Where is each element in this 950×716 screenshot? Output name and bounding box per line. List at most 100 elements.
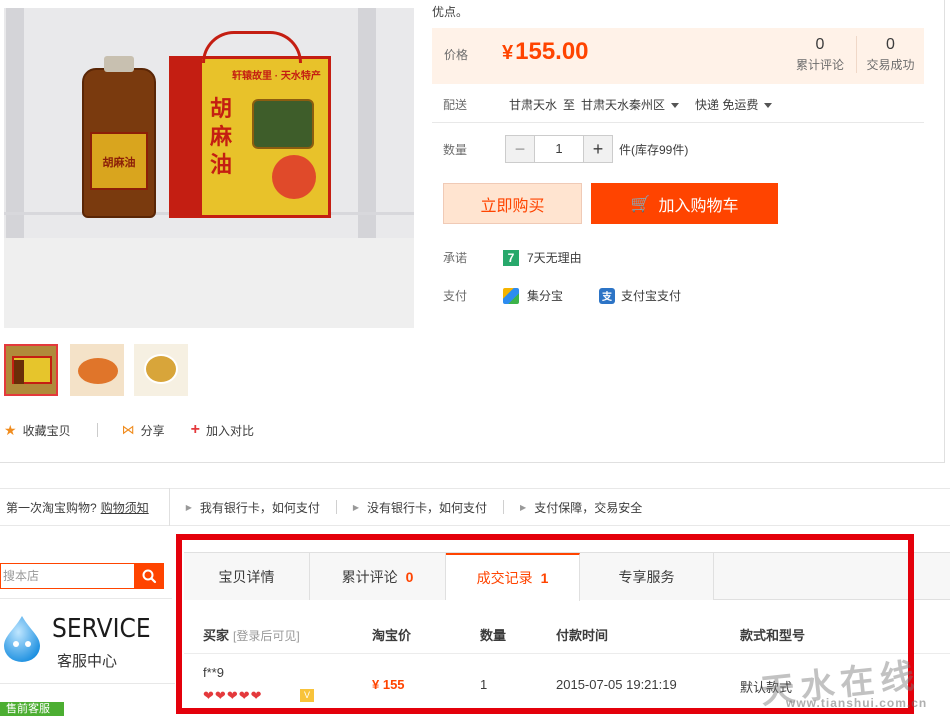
quantity-label: 数量 xyxy=(443,142,468,157)
buy-now-button[interactable]: 立即购买 xyxy=(443,183,582,224)
col-header-qty: 数量 xyxy=(480,628,507,643)
divider xyxy=(0,598,172,599)
quantity-increase-button[interactable]: + xyxy=(584,136,612,162)
ship-destination-select[interactable]: 甘肃天水秦州区 xyxy=(581,96,680,113)
alipay-icon: 支 xyxy=(599,287,616,304)
shopping-guide-link[interactable]: 购物须知 xyxy=(101,499,149,516)
bottle-label: 胡麻油 xyxy=(90,132,148,190)
review-count: 0 xyxy=(815,36,825,53)
price-panel: 价格 ¥155.00 0 累计评论 0 交易成功 xyxy=(432,28,924,84)
chevron-down-icon xyxy=(764,103,773,109)
oil-bottle: 胡麻油 xyxy=(82,56,156,218)
jifenbao-icon xyxy=(503,287,519,304)
gift-box-title: 胡麻油 xyxy=(210,96,233,178)
bottle-cap xyxy=(104,56,134,72)
service-title: SERVICE xyxy=(52,614,151,644)
notice-bank-card-text: 我有银行卡，如何支付 xyxy=(199,500,320,515)
divider xyxy=(432,122,924,123)
shipping-row: 配送 甘肃天水 至 甘肃天水秦州区 快递 免运费 xyxy=(443,96,773,113)
add-to-cart-label: 加入购物车 xyxy=(658,197,739,215)
gift-box-handle xyxy=(202,31,302,63)
caret-right-icon: ▶ xyxy=(520,502,527,512)
description-tail: 优点。 xyxy=(432,5,469,19)
bottle-label-text: 胡麻油 xyxy=(102,156,136,169)
shelf-post xyxy=(358,8,376,238)
vip-badge-icon: V xyxy=(300,689,314,702)
product-main-image[interactable]: 胡麻油 轩辕故里 · 天水特产 胡麻油 xyxy=(4,8,414,328)
alipay-text[interactable]: 支付宝支付 xyxy=(621,287,681,304)
sales-count-label: 交易成功 xyxy=(866,58,915,72)
tab-item-details[interactable]: 宝贝详情 xyxy=(184,553,310,600)
share-label: 分享 xyxy=(140,423,165,438)
heart-icon: ❤ xyxy=(250,688,262,703)
search-icon xyxy=(142,569,157,584)
stock-text: 件(库存99件) xyxy=(619,142,689,157)
ship-from: 甘肃天水 xyxy=(509,98,558,112)
notice-link-bank-card[interactable]: ▶ 我有银行卡，如何支付 xyxy=(170,488,336,526)
thumbnail-3[interactable] xyxy=(134,344,188,396)
ship-destination: 甘肃天水秦州区 xyxy=(581,98,666,112)
divider xyxy=(0,683,175,684)
cart-icon: 🛒 xyxy=(630,195,651,213)
tab-exclusive-service[interactable]: 专享服务 xyxy=(580,553,714,600)
favorite-button[interactable]: ★ 收藏宝贝 xyxy=(4,422,71,439)
shop-search-button[interactable] xyxy=(134,563,164,589)
row-time: 2015-07-05 19:21:19 xyxy=(556,677,677,692)
favorite-label: 收藏宝贝 xyxy=(22,423,71,438)
sales-count: 0 xyxy=(886,36,895,53)
watermark-url: www.tianshui.com.cn xyxy=(786,696,928,710)
promise-text[interactable]: 7天无理由 xyxy=(527,249,582,266)
price-amount: 155.00 xyxy=(515,38,589,65)
ship-to-word: 至 xyxy=(563,98,576,112)
pre-sales-tag[interactable]: 售前客服 xyxy=(0,702,64,716)
shopping-notice-bar: 第一次淘宝购物? 购物须知 ▶ 我有银行卡，如何支付 ▶ 没有银行卡，如何支付 … xyxy=(0,488,950,526)
gallery-actions: ★ 收藏宝贝 ⋈ 分享 + 加入对比 xyxy=(4,421,280,439)
sales-count-stat[interactable]: 0 交易成功 xyxy=(856,36,924,73)
promise-label: 承诺 xyxy=(443,251,468,265)
price-label: 价格 xyxy=(444,48,469,62)
tab-reviews[interactable]: 累计评论 0 xyxy=(310,553,446,600)
review-count-label: 累计评论 xyxy=(795,58,844,72)
chevron-down-icon xyxy=(671,103,680,109)
gift-box-band xyxy=(172,59,202,215)
notice-link-security[interactable]: ▶ 支付保障，交易安全 xyxy=(504,488,658,526)
tab-label: 专享服务 xyxy=(618,568,675,585)
notice-no-card-text: 没有银行卡，如何支付 xyxy=(367,500,488,515)
quantity-stepper: − 1 + xyxy=(505,135,613,163)
currency-symbol: ¥ xyxy=(502,42,514,64)
table-divider xyxy=(184,653,950,654)
tab-count: 0 xyxy=(405,568,414,585)
thumb-bowl xyxy=(144,354,178,384)
ship-method-select[interactable]: 快递 免运费 xyxy=(695,96,773,113)
jifenbao-text[interactable]: 集分宝 xyxy=(527,287,563,304)
tab-transactions[interactable]: 成交记录 1 xyxy=(446,553,580,601)
row-qty: 1 xyxy=(480,677,488,692)
compare-button[interactable]: + 加入对比 xyxy=(191,421,254,439)
content-border xyxy=(0,462,945,463)
notice-security-text: 支付保障，交易安全 xyxy=(534,500,643,515)
first-time-notice: 第一次淘宝购物? 购物须知 xyxy=(0,488,170,526)
thumbnail-2[interactable] xyxy=(70,344,124,396)
review-count-stat[interactable]: 0 累计评论 xyxy=(786,36,854,73)
first-time-question: 第一次淘宝购物? xyxy=(6,500,97,515)
thumb-dish xyxy=(78,358,118,384)
share-button[interactable]: ⋈ 分享 xyxy=(122,422,165,439)
shop-search-input[interactable]: 搜本店 xyxy=(0,563,134,589)
thumbnail-1[interactable] xyxy=(4,344,58,396)
shelf-post xyxy=(6,8,24,238)
compare-label: 加入对比 xyxy=(205,423,254,438)
col-header-price: 淘宝价 xyxy=(372,628,412,643)
thumb-bottle xyxy=(14,360,24,384)
divider xyxy=(96,423,98,437)
share-icon: ⋈ xyxy=(121,422,135,437)
row-buyer: f**9 xyxy=(203,665,224,680)
caret-right-icon: ▶ xyxy=(352,502,360,512)
quantity-input[interactable]: 1 xyxy=(534,136,584,162)
quantity-decrease-button[interactable]: − xyxy=(506,136,534,162)
col-header-variant: 款式和型号 xyxy=(740,628,806,643)
notice-link-no-card[interactable]: ▶ 没有银行卡，如何支付 xyxy=(337,488,503,526)
add-to-cart-button[interactable]: 🛒 加入购物车 xyxy=(591,183,778,224)
star-icon: ★ xyxy=(4,421,17,438)
heart-icon: ❤ xyxy=(238,688,250,703)
tab-label: 累计评论 xyxy=(341,568,398,585)
